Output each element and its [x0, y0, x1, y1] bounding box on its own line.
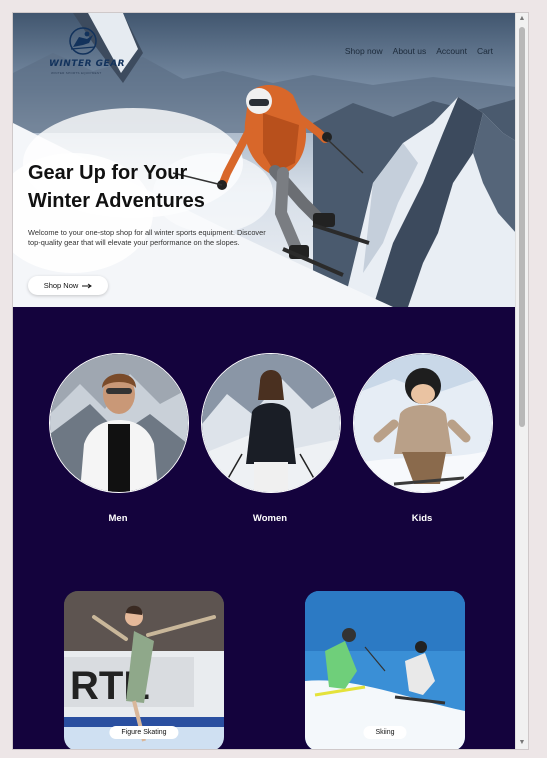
- vertical-scrollbar[interactable]: ▲ ▼: [515, 13, 528, 749]
- hero-title-line2: Winter Adventures: [28, 190, 205, 212]
- page-viewport: WINTER GEAR WINTER SPORTS EQUIPMENT Shop…: [13, 13, 516, 749]
- sport-figure-skating-card[interactable]: RTE Figure Skating: [64, 591, 224, 749]
- hero-title: Gear Up for Your Winter Adventures: [28, 159, 228, 215]
- shop-now-button[interactable]: Shop Now: [28, 276, 108, 295]
- category-women-image[interactable]: [201, 353, 341, 493]
- brand-logo[interactable]: [43, 27, 123, 87]
- sport-skiing-card[interactable]: Skiing: [305, 591, 465, 749]
- nav-about-us[interactable]: About us: [393, 46, 427, 56]
- nav-cart[interactable]: Cart: [477, 46, 493, 56]
- shop-now-label: Shop Now: [43, 281, 79, 290]
- scrollbar-thumb[interactable]: [519, 27, 525, 427]
- nav-shop-now[interactable]: Shop now: [345, 46, 383, 56]
- category-kids-label[interactable]: Kids: [353, 513, 491, 524]
- main-nav: Shop now About us Account Cart: [345, 46, 493, 56]
- brand-tagline: WINTER SPORTS EQUIPMENT: [51, 71, 102, 75]
- scroll-up-arrow-icon[interactable]: ▲: [516, 13, 528, 25]
- category-kids-image[interactable]: [353, 353, 493, 493]
- hero-title-line1: Gear Up for Your: [28, 162, 188, 184]
- hero-section: WINTER GEAR WINTER SPORTS EQUIPMENT Shop…: [13, 13, 516, 307]
- categories-section: Men Women Kids RTE Figure Skating Skiing: [13, 307, 516, 749]
- nav-account[interactable]: Account: [436, 46, 467, 56]
- hero-description: Welcome to your one-stop shop for all wi…: [28, 228, 266, 247]
- browser-window: WINTER GEAR WINTER SPORTS EQUIPMENT Shop…: [12, 12, 529, 750]
- category-men-image[interactable]: [49, 353, 189, 493]
- sport-figure-skating-label[interactable]: Figure Skating: [109, 726, 179, 739]
- arrow-right-icon: [82, 283, 93, 288]
- brand-name: WINTER GEAR: [49, 59, 126, 69]
- category-women-label[interactable]: Women: [201, 513, 339, 524]
- category-men-label[interactable]: Men: [49, 513, 187, 524]
- scroll-down-arrow-icon[interactable]: ▼: [516, 737, 528, 749]
- sport-skiing-label[interactable]: Skiing: [363, 726, 407, 739]
